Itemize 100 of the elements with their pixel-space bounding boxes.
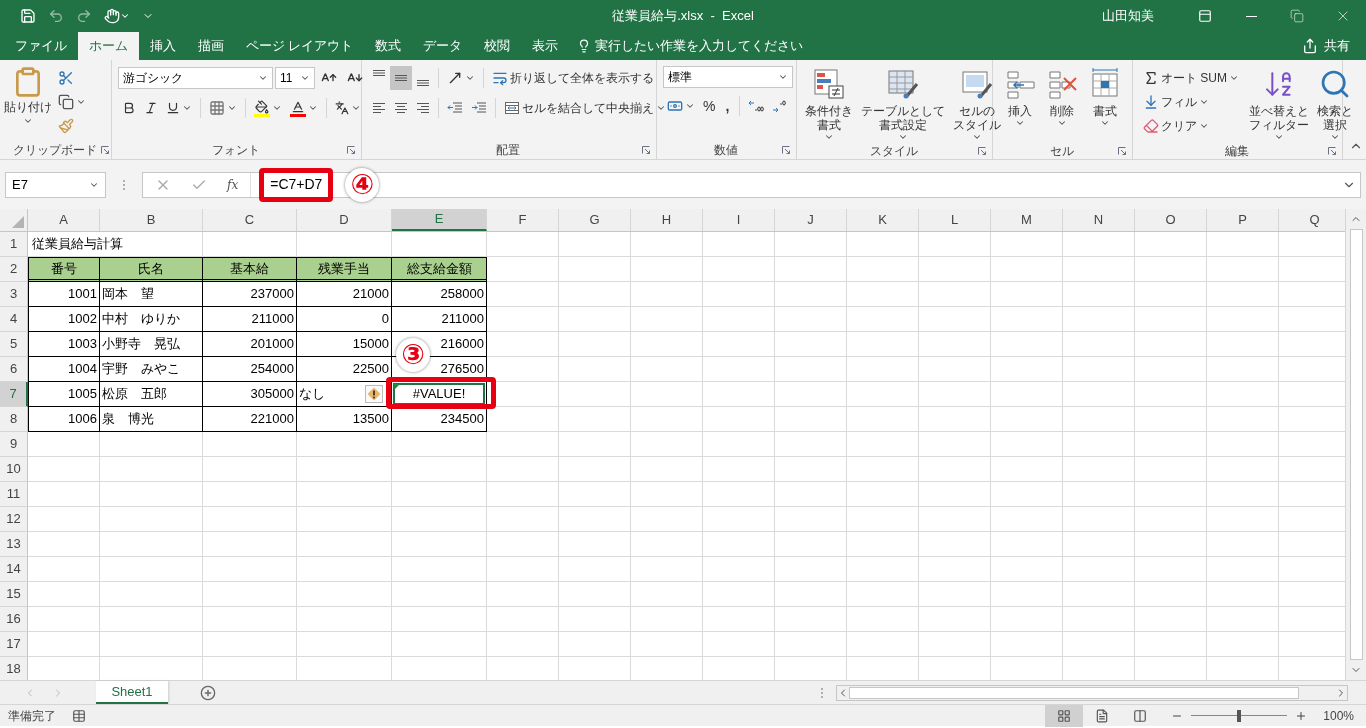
format-as-table-button[interactable]: テーブルとして 書式設定 [859,66,947,142]
autosum-button[interactable]: オート SUM [1139,66,1243,90]
table-cell-text: 22500 [352,360,389,379]
scroll-thumb[interactable] [1349,229,1363,660]
find-select-button[interactable]: 検索と 選択 [1315,66,1355,142]
row-header[interactable]: 8 [0,407,28,432]
horizontal-scrollbar[interactable] [836,684,1348,701]
zoom-thumb[interactable] [1237,709,1242,722]
column-header[interactable]: E [392,209,487,231]
row-header[interactable]: 11 [0,482,28,507]
grid-cell [703,607,775,632]
increase-indent-icon [471,100,487,116]
row-header[interactable]: 5 [0,332,28,357]
vertical-align-button[interactable] [390,66,412,90]
dialog-launcher-icon[interactable] [978,147,986,155]
row-header[interactable]: 6 [0,357,28,382]
column-header[interactable]: C [203,209,297,231]
column-header[interactable]: B [100,209,203,231]
row-header[interactable]: 16 [0,607,28,632]
dialog-launcher-icon[interactable] [1118,147,1126,155]
view-button[interactable] [1045,704,1084,727]
fill-button[interactable]: フィル [1139,90,1243,114]
ribbon-tab[interactable]: 校閲 [473,32,522,60]
column-header[interactable]: M [991,209,1063,231]
ribbon-tab[interactable]: ファイル [4,32,78,60]
grid-cell [1135,582,1207,607]
merge-center-button[interactable]: セルを結合して中央揃え [500,96,670,120]
dialog-launcher-icon[interactable] [782,146,790,154]
paste-button[interactable]: 貼り付け [6,66,50,141]
wrap-text-button[interactable]: 折り返して全体を表示する [488,66,658,90]
column-header[interactable]: F [487,209,559,231]
insert-function-button[interactable]: fx [227,175,239,194]
macro-record-icon[interactable] [72,708,86,723]
dialog-launcher-icon[interactable] [100,146,109,154]
row-header[interactable]: 4 [0,307,28,332]
row-header[interactable]: 17 [0,632,28,657]
insert-button[interactable]: 挿入 [1002,66,1039,142]
row-header[interactable]: 9 [0,432,28,457]
ribbon-tab[interactable]: 描画 [187,32,235,60]
table-cell-text: なし [299,385,325,404]
ribbon-tab[interactable]: 数式 [364,32,413,60]
column-header[interactable]: L [919,209,991,231]
warning-icon[interactable] [365,385,383,403]
dialog-launcher-icon[interactable] [1328,147,1336,155]
row-header[interactable]: 12 [0,507,28,532]
save-icon[interactable] [20,8,36,24]
ribbon-tab[interactable]: ホーム [78,32,139,60]
ribbon-tab[interactable]: 表示 [521,32,570,60]
zoom-level[interactable]: 100% [1323,706,1354,725]
ribbon-tab[interactable]: データ [412,32,474,60]
column-header[interactable]: H [631,209,703,231]
column-header[interactable]: N [1063,209,1135,231]
row-header[interactable]: 7 [0,382,28,407]
zoom-in-icon[interactable] [1295,709,1308,722]
grid-cell [847,407,919,432]
column-header[interactable]: J [775,209,847,231]
row-header[interactable]: 3 [0,282,28,307]
delete-button[interactable]: 削除 [1044,66,1081,142]
zoom-slider[interactable] [1189,709,1290,722]
share-button[interactable]: 共有 [1302,32,1366,60]
grid-cell [1207,432,1279,457]
ribbon-tab[interactable]: ページ レイアウト [235,32,365,60]
ribbon-tab[interactable]: 挿入 [139,32,187,60]
row-header[interactable]: 13 [0,532,28,557]
drag-handle-icon[interactable] [122,177,126,192]
row-header[interactable]: 18 [0,657,28,680]
row-header[interactable]: 14 [0,557,28,582]
font-color-bar [290,113,306,117]
row-header[interactable]: 2 [0,257,28,282]
vertical-scrollbar[interactable] [1345,209,1366,680]
name-box[interactable]: E7 [5,171,106,198]
column-header[interactable]: I [703,209,775,231]
tell-me-field[interactable]: 実行したい作業を入力してください [595,36,836,56]
row-header[interactable]: 15 [0,582,28,607]
grid-cell [991,257,1063,282]
sort-filter-button[interactable]: 並べ替えと フィルター [1247,66,1311,142]
row-header[interactable]: 10 [0,457,28,482]
percent-button[interactable]: % [699,94,720,118]
clear-button[interactable]: クリア [1139,114,1243,138]
dialog-launcher-icon[interactable] [642,146,650,154]
user-name[interactable]: 山田知美 [1102,6,1154,26]
number-format-dropdown[interactable]: 標準 [663,66,793,88]
column-header[interactable]: O [1135,209,1207,231]
comma-button[interactable]: , [719,94,736,118]
column-header[interactable]: G [559,209,631,231]
new-sheet-icon[interactable] [200,684,216,701]
dialog-launcher-icon[interactable] [347,146,355,154]
format-button[interactable]: 書式 [1086,66,1123,142]
cell-styles-button[interactable]: セルの スタイル [951,66,1003,142]
grid-cell [631,457,703,482]
column-header[interactable]: P [1207,209,1279,231]
scroll-thumb[interactable] [849,686,1299,699]
sheet-tab[interactable]: Sheet1 [96,681,168,704]
font-size-dropdown[interactable]: 11 [275,67,315,89]
row-header[interactable]: 1 [0,232,28,257]
conditional-format-button[interactable]: 条件付き 書式 [803,66,855,142]
column-header[interactable]: A [28,209,100,231]
column-header[interactable]: K [847,209,919,231]
touch-mode-icon[interactable] [104,8,120,24]
font-name-dropdown[interactable]: 游ゴシック [118,67,273,89]
